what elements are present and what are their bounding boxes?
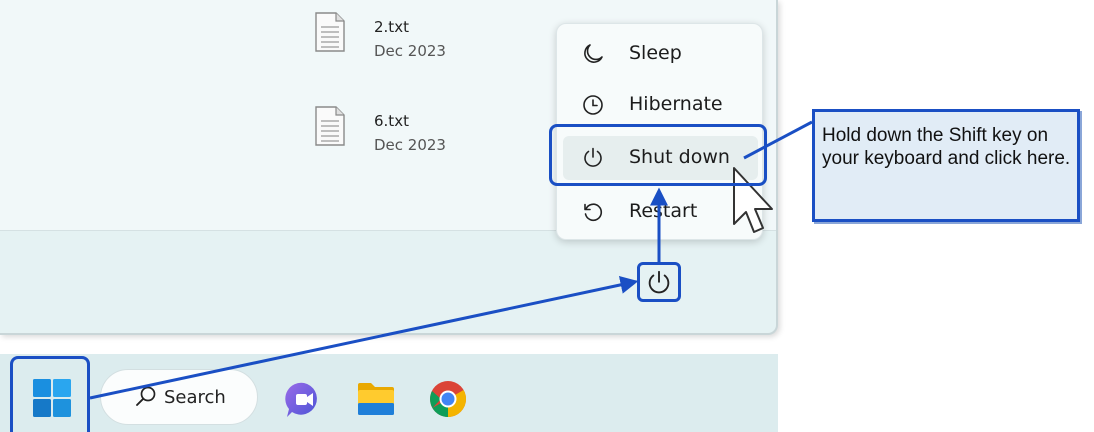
callout-text: Hold down the Shift key on your keyboard… bbox=[822, 125, 1071, 169]
callout-pointer-line bbox=[743, 120, 813, 160]
start-to-power-arrow bbox=[89, 276, 639, 400]
screenshot-stage: 2.txt Dec 2023 6.txt Dec 2023 Sleep Hibe… bbox=[0, 0, 1094, 432]
